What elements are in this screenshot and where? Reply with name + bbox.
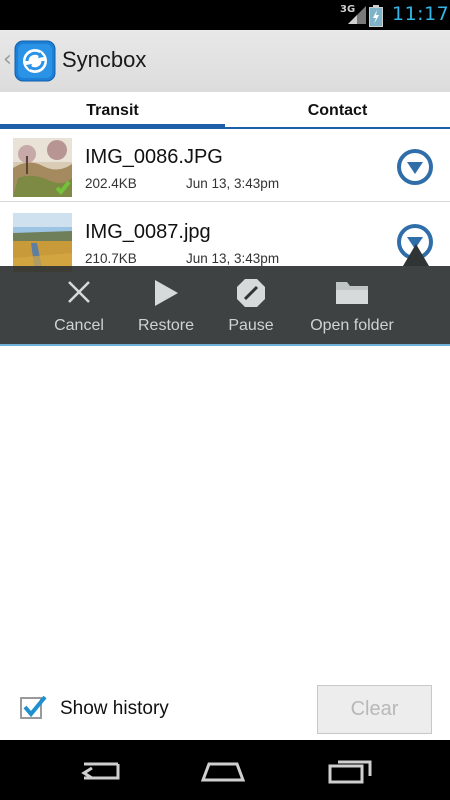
app-title: Syncbox bbox=[62, 47, 147, 72]
active-tab-indicator bbox=[0, 124, 225, 129]
image-thumbnail bbox=[13, 213, 72, 272]
folder-icon bbox=[335, 278, 369, 310]
popup-pointer bbox=[403, 244, 429, 266]
status-bar: 3G 11:17 bbox=[0, 0, 450, 30]
file-size: 210.7KB bbox=[85, 251, 137, 266]
open-folder-button[interactable]: Open folder bbox=[300, 266, 404, 344]
close-icon bbox=[65, 278, 93, 310]
show-history-label: Show history bbox=[60, 698, 169, 719]
tab-bar: Transit Contact bbox=[0, 92, 450, 130]
clock: 11:17 bbox=[392, 3, 450, 25]
clear-button[interactable]: Clear bbox=[317, 685, 432, 734]
pause-button[interactable]: Pause bbox=[218, 266, 284, 344]
show-history-checkbox[interactable] bbox=[20, 695, 47, 719]
back-chevron-icon[interactable]: ‹ bbox=[3, 49, 12, 71]
syncbox-logo-icon[interactable] bbox=[14, 40, 56, 82]
recent-apps-icon[interactable] bbox=[328, 758, 374, 788]
system-nav-bar bbox=[0, 740, 450, 800]
restore-label: Restore bbox=[137, 317, 195, 334]
home-icon[interactable] bbox=[199, 758, 247, 788]
battery-icon bbox=[369, 5, 383, 31]
play-icon bbox=[152, 278, 180, 312]
open-folder-label: Open folder bbox=[310, 317, 394, 334]
cancel-button[interactable]: Cancel bbox=[44, 266, 114, 344]
action-bar: ‹ Syncbox bbox=[0, 30, 450, 93]
pause-stop-icon bbox=[236, 278, 266, 312]
file-date: Jun 13, 3:43pm bbox=[186, 176, 280, 191]
expand-actions-icon[interactable] bbox=[396, 148, 434, 186]
file-size: 202.4KB bbox=[85, 176, 137, 191]
back-icon[interactable] bbox=[78, 758, 122, 788]
file-date: Jun 13, 3:43pm bbox=[186, 251, 280, 266]
signal-icon bbox=[348, 6, 366, 28]
image-thumbnail bbox=[13, 138, 72, 197]
tab-divider-line bbox=[225, 127, 450, 129]
file-name: IMG_0087.jpg bbox=[85, 221, 211, 243]
file-name: IMG_0086.JPG bbox=[85, 146, 223, 168]
quick-action-popup: Cancel Restore Pause Open folder bbox=[0, 266, 450, 346]
tab-contact[interactable]: Contact bbox=[225, 92, 450, 130]
restore-button[interactable]: Restore bbox=[130, 266, 202, 344]
list-item[interactable]: IMG_0086.JPG 202.4KB Jun 13, 3:43pm bbox=[0, 131, 450, 202]
pause-label: Pause bbox=[228, 317, 274, 334]
cancel-label: Cancel bbox=[54, 317, 104, 334]
